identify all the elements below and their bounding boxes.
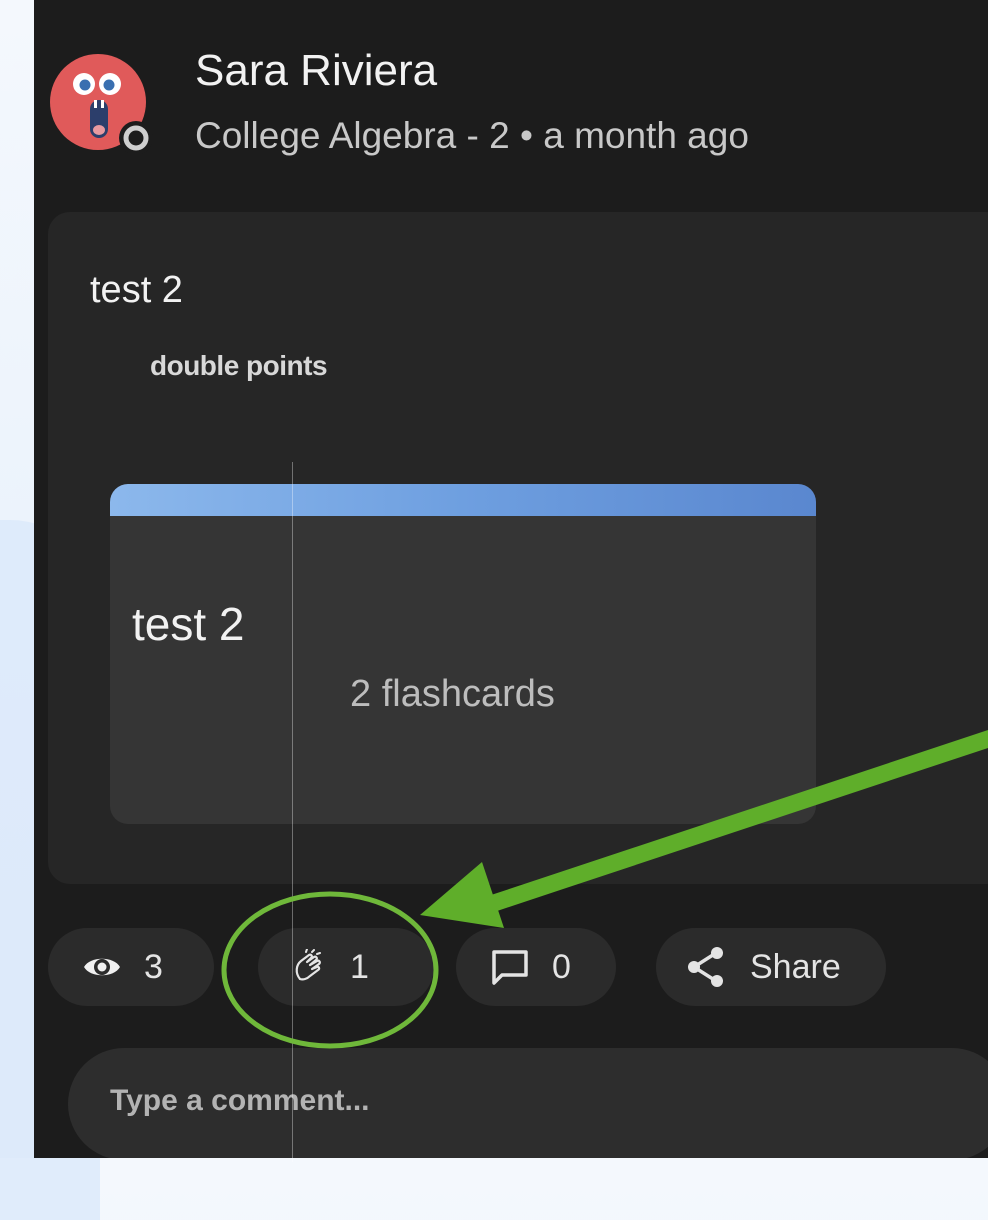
post-meta: College Algebra - 2 • a month ago [195,115,749,156]
avatar-face-icon [50,54,153,155]
comment-bubble-icon [490,948,530,986]
avatar[interactable] [48,50,154,156]
views-button[interactable]: 3 [48,928,214,1006]
author-name[interactable]: Sara Riviera [195,44,437,98]
post-body: double points [150,350,328,381]
set-card-accent-bar [110,484,816,516]
flashcard-set-card[interactable]: test 2 2 flashcards [110,484,816,824]
clap-button[interactable]: 1 [258,928,434,1006]
set-flashcard-count: 2 flashcards [350,673,555,715]
share-label: Share [750,947,841,986]
comments-count: 0 [552,947,571,986]
post-panel: Sara Riviera College Algebra - 2 • a mon… [34,0,988,1158]
share-icon [686,946,726,988]
comments-button[interactable]: 0 [456,928,616,1006]
clap-count: 1 [350,947,369,986]
post-card: test 2 double points test 2 2 flashcards [48,212,988,884]
post-title: test 2 [90,269,183,311]
status-badge-icon [119,121,153,155]
eye-icon [82,952,122,982]
set-title: test 2 [132,598,245,650]
views-count: 3 [144,947,163,986]
comment-input[interactable] [68,1048,988,1158]
clapping-hands-icon [292,949,328,985]
share-button[interactable]: Share [656,928,886,1006]
guide-line [292,462,293,1162]
